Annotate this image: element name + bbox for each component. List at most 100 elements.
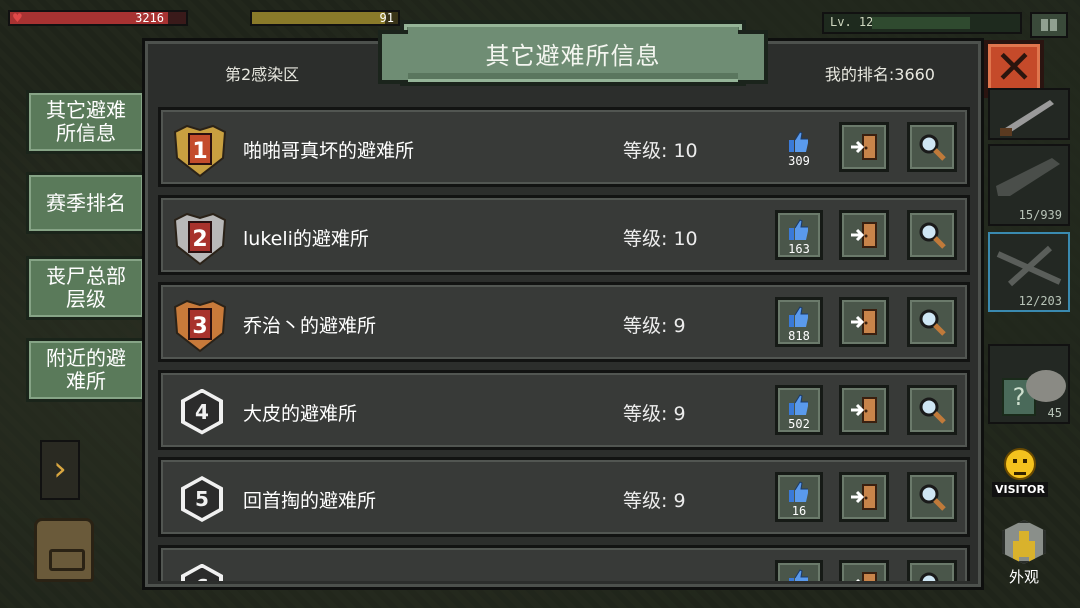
like-button[interactable]: 309 [775, 122, 823, 172]
like-button[interactable]: 818 [775, 297, 823, 347]
shelter-row[interactable]: 1 啪啪哥真坏的避难所 等级: 10 309 [158, 107, 970, 187]
like-button[interactable]: 163 [775, 209, 823, 260]
tab-other-shelters[interactable]: 其它避难所信息 [26, 90, 146, 154]
rank-hexagon-icon: 6 [181, 563, 223, 581]
rifle-icon [996, 158, 1060, 196]
appearance-icon [1002, 520, 1046, 564]
like-button[interactable] [775, 559, 823, 581]
appearance-label: 外观 [1008, 568, 1039, 586]
slot-count: 15/939 [1018, 208, 1062, 222]
weapon-slot-knife[interactable] [988, 88, 1070, 140]
like-button[interactable]: 16 [775, 472, 823, 522]
weapon-slot-rifle[interactable]: 15/939 [988, 144, 1070, 226]
inspect-shelter-button[interactable] [907, 297, 957, 347]
weapon-slot-crossbow[interactable]: 12/203 [988, 232, 1070, 312]
pause-button[interactable] [1030, 12, 1068, 38]
enter-shelter-icon [851, 396, 877, 423]
shelter-level: 等级: 9 [623, 315, 686, 337]
enter-shelter-icon [851, 221, 877, 248]
shelter-level: 等级: 9 [623, 402, 686, 425]
my-rank-label: 我的排名:3660 [824, 65, 935, 84]
shelter-row[interactable]: 6 [158, 544, 970, 581]
slot-count: 12/203 [1018, 294, 1062, 308]
shelter-row[interactable]: 3 乔治丶的避难所 等级: 9 818 [158, 282, 970, 362]
appearance-button[interactable]: 外观 [992, 520, 1056, 587]
shelter-list[interactable]: 1 啪啪哥真坏的避难所 等级: 10 309 2 lukeli的避难所 等级: … [158, 107, 970, 581]
rank-medal-icon: 1 [173, 124, 227, 178]
shelter-row[interactable]: 4 大皮的避难所 等级: 9 502 [158, 369, 970, 450]
slot-count: 45 [1047, 406, 1062, 420]
rank-number: 2 [192, 227, 207, 252]
inspect-shelter-button[interactable] [907, 384, 957, 435]
tab-label: 其它避难所信息 [46, 98, 126, 145]
rank-hexagon-icon: 5 [181, 476, 223, 522]
shelter-row[interactable]: 2 lukeli的避难所 等级: 10 163 [158, 194, 970, 275]
like-count: 818 [788, 329, 810, 343]
shelter-name: 啪啪哥真坏的避难所 [243, 140, 415, 162]
level-bar: Lv. 12 [822, 12, 1022, 34]
rank-number: 5 [185, 480, 219, 518]
shelter-level: 等级: 9 [623, 490, 686, 512]
enter-shelter-icon [855, 571, 877, 581]
rank-medal-icon: 2 [173, 212, 227, 265]
heart-icon: ♥ [12, 11, 23, 25]
like-count: 502 [788, 416, 810, 431]
enter-shelter-icon [851, 484, 877, 510]
food-bar: 91 [250, 10, 400, 26]
shelter-name: 乔治丶的避难所 [243, 315, 377, 337]
like-button[interactable]: 502 [775, 384, 823, 435]
crossbow-icon [996, 245, 1062, 287]
visit-shelter-button[interactable] [839, 384, 889, 435]
canister-icon [1026, 370, 1066, 402]
rank-hexagon-icon: 4 [181, 388, 223, 435]
tab-season-ranking[interactable]: 赛季排名 [26, 172, 146, 234]
expand-arrow-button[interactable]: › [40, 440, 80, 500]
thumbs-up-icon [789, 481, 808, 502]
smiley-icon [1004, 448, 1036, 480]
visit-shelter-button[interactable] [839, 472, 889, 522]
tab-nearby-shelters[interactable]: 附近的避难所 [26, 338, 146, 402]
visitor-button[interactable]: VISITOR [992, 448, 1048, 497]
shelter-name: 大皮的避难所 [243, 402, 358, 425]
health-bar: 3216 [8, 10, 188, 26]
like-count: 309 [788, 154, 810, 168]
item-slot-unknown[interactable]: ? 45 [988, 344, 1070, 424]
food-value: 91 [379, 11, 394, 25]
inspect-shelter-button[interactable] [907, 472, 957, 522]
magnifier-icon [919, 572, 939, 581]
backpack-icon[interactable] [34, 518, 94, 582]
tab-label: 丧尸总部层级 [46, 264, 126, 311]
level-fill [872, 17, 970, 29]
magnifier-icon [919, 484, 946, 511]
thumbs-up-icon [789, 306, 808, 327]
thumbs-up-icon [789, 218, 808, 240]
inspect-shelter-button[interactable] [907, 209, 957, 260]
rank-number: 3 [192, 314, 207, 339]
like-count: 163 [788, 241, 810, 256]
panel-title-text: 其它避难所信息 [485, 41, 661, 70]
close-icon: ✕ [994, 40, 1034, 94]
visit-shelter-button[interactable] [839, 122, 889, 172]
visitor-label: VISITOR [992, 482, 1048, 497]
thumbs-up-icon [789, 393, 808, 415]
magnifier-icon [919, 309, 946, 336]
inspect-shelter-button[interactable] [907, 122, 957, 172]
food-fill [252, 12, 385, 24]
tab-label: 附近的避难所 [46, 346, 126, 393]
visit-shelter-button[interactable] [839, 209, 889, 260]
visit-shelter-button[interactable] [839, 559, 889, 581]
health-value: 3216 [135, 11, 164, 25]
panel-title: 其它避难所信息 [378, 20, 768, 86]
rank-number: 1 [192, 139, 207, 164]
visit-shelter-button[interactable] [839, 297, 889, 347]
thumbs-up-icon [789, 131, 808, 152]
tab-label: 赛季排名 [46, 190, 126, 215]
enter-shelter-icon [851, 134, 877, 160]
shelter-row[interactable]: 5 回首掏的避难所 等级: 9 16 [158, 457, 970, 537]
enter-shelter-icon [851, 309, 877, 335]
knife-icon [1000, 100, 1054, 136]
tab-zombie-hq-level[interactable]: 丧尸总部层级 [26, 256, 146, 320]
shelter-name: lukeli的避难所 [243, 227, 369, 250]
inspect-shelter-button[interactable] [907, 559, 957, 581]
magnifier-icon [919, 222, 946, 249]
